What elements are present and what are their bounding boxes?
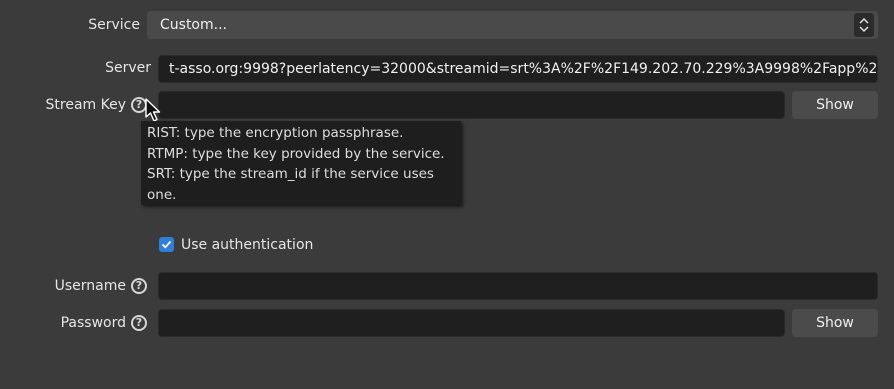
server-input-value: t-asso.org:9998?peerlatency=32000&stream… [169, 61, 878, 77]
password-show-button[interactable]: Show [792, 309, 878, 337]
use-authentication-checkbox[interactable] [159, 237, 174, 252]
username-input[interactable] [158, 272, 878, 300]
server-input[interactable]: t-asso.org:9998?peerlatency=32000&stream… [158, 55, 878, 83]
stream-key-label: Stream Key [45, 97, 127, 113]
tooltip-line-rtmp: RTMP: type the key provided by the servi… [147, 145, 445, 162]
use-authentication-label[interactable]: Use authentication [181, 237, 313, 253]
stream-key-show-button[interactable]: Show [792, 91, 878, 119]
server-label: Server [105, 60, 151, 76]
tooltip-line-rist: RIST: type the encryption passphrase. [147, 125, 404, 141]
service-select-value: Custom... [160, 17, 227, 33]
password-input[interactable] [158, 309, 785, 337]
stream-key-tooltip: RIST: type the encryption passphrase. RT… [141, 121, 461, 205]
stream-key-input[interactable] [158, 91, 785, 119]
service-label: Service [88, 17, 140, 33]
service-select[interactable]: Custom... [147, 11, 878, 39]
select-arrows-icon [854, 13, 874, 37]
username-help-icon[interactable]: ? [131, 278, 147, 294]
password-label: Password [60, 315, 126, 331]
username-label: Username [54, 278, 126, 294]
checkmark-icon [161, 240, 172, 249]
password-help-icon[interactable]: ? [131, 315, 147, 331]
tooltip-line-srt: SRT: type the stream_id if the service u… [147, 166, 434, 203]
